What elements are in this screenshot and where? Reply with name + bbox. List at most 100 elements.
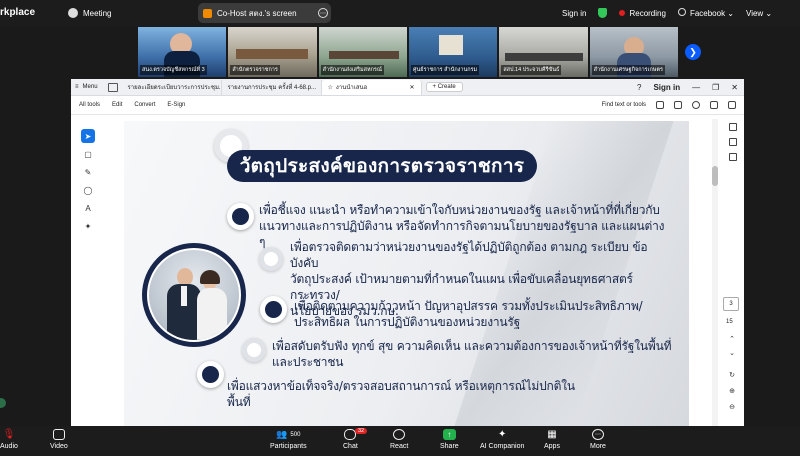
paw-icon (68, 8, 78, 18)
chat-unread-badge: 32 (355, 428, 368, 434)
tab-document-1[interactable]: รายละเอียดระเบียบวาระการประชุม... (122, 79, 222, 95)
shield-icon[interactable] (598, 8, 608, 18)
video-button[interactable]: Video (50, 429, 68, 450)
more-label: More (590, 443, 606, 450)
zoom-out-icon[interactable]: ⊖ (727, 403, 737, 411)
audio-button[interactable]: 🎙 Audio (0, 429, 18, 450)
menu-button[interactable]: ≡ Menu (71, 84, 104, 90)
participants-icon-row: 👥 500 (276, 429, 300, 440)
mail-icon[interactable] (728, 101, 736, 109)
share-button[interactable]: ↑ Share (440, 429, 459, 450)
mic-muted-icon: 🎙 (2, 429, 16, 440)
help-icon[interactable]: ? (637, 83, 641, 92)
audio-label: Audio (0, 443, 18, 450)
more-dots-icon: ⋯ (591, 429, 604, 440)
page-up-icon[interactable]: ⌃ (727, 335, 737, 343)
objective-line: เพื่อสดับตรับฟัง ทุกข์ สุข ความคิดเห็น แ… (272, 339, 672, 353)
comment-icon[interactable]: ▢ (81, 147, 95, 161)
objective-line: ประสิทธิผล ในการปฏิบัติงานของหน่วยงานรัฐ (294, 315, 521, 329)
edit-button[interactable]: Edit (112, 102, 122, 108)
bookmark-icon[interactable] (729, 138, 737, 146)
objective-item: เพื่อสดับตรับฟัง ทุกข์ สุข ความคิดเห็น แ… (272, 338, 682, 370)
slide-title: วัตถุประสงค์ของการตรวจราชการ (227, 150, 537, 182)
esign-button[interactable]: E-Sign (167, 102, 185, 108)
print-icon[interactable] (674, 101, 682, 109)
presentation-slide: วัตถุประสงค์ของการตรวจราชการ เพื่อชี้แจง… (124, 121, 689, 426)
facebook-icon (677, 8, 686, 16)
react-button[interactable]: React (390, 429, 408, 450)
apps-button[interactable]: ▦ Apps (544, 429, 560, 450)
comments-panel-icon[interactable] (729, 123, 737, 131)
create-button[interactable]: + Create (425, 82, 463, 92)
participant-tile[interactable]: สสป.14 ประจวบคีรีขันธ์ (499, 27, 588, 77)
hamburger-icon: ≡ (75, 84, 79, 90)
menu-label: Menu (82, 84, 98, 90)
objective-line: และประชาชน (272, 355, 344, 369)
rotate-icon[interactable]: ↻ (727, 371, 737, 379)
bullet-dark (227, 203, 254, 230)
pen-icon[interactable]: ✎ (81, 165, 95, 179)
find-tools-button[interactable]: Find text or tools (602, 102, 646, 108)
participants-button[interactable]: 👥 500 Participants (270, 429, 307, 450)
vertical-scrollbar[interactable] (712, 119, 718, 426)
participant-tile[interactable]: ศูนย์ราชการ สำนักงานกรม (408, 27, 498, 77)
tab-document-3[interactable]: ☆ งานนำเสนอ ✕ (321, 79, 422, 95)
pdf-viewer: ≡ Menu รายละเอียดระเบียบวาระการประชุม...… (71, 79, 744, 426)
objective-item: เพื่อแสวงหาข้อเท็จจริง/ตรวจสอบสถานการณ์ … (227, 378, 627, 410)
video-camera-icon (52, 429, 65, 440)
participant-tile[interactable]: สำนักตรวจราชการ (228, 27, 317, 77)
close-tab-icon[interactable]: ✕ (410, 84, 415, 91)
screen-share-icon (203, 8, 212, 18)
participant-strip: สนง.ตรวจบัญชีสหกรณ์ที่ 3 สำนักตรวจราชการ… (138, 27, 678, 77)
participant-tile[interactable]: สำนักงานส่งเสริมสหกรณ์ (318, 27, 407, 77)
sign-in-link[interactable]: Sign in (562, 9, 586, 18)
select-cursor-icon[interactable]: ➤ (81, 129, 95, 143)
more-button[interactable]: ⋯ More (590, 429, 606, 450)
all-tools-button[interactable]: All tools (79, 102, 100, 108)
page-number-input[interactable]: 3 (723, 297, 739, 311)
ai-companion-label: AI Companion (480, 443, 525, 450)
minimize-icon[interactable]: — (692, 83, 700, 92)
close-window-icon[interactable]: ✕ (731, 83, 738, 92)
participant-name: สำนักงานเศรษฐกิจการเกษตร (591, 65, 665, 75)
cohost-screen-pill[interactable]: Co-Host สตง.'s screen ⋯ (198, 3, 331, 23)
meeting-label: Meeting (83, 8, 112, 18)
tab-label: งานนำเสนอ (335, 85, 368, 91)
star-icon: ☆ (327, 84, 333, 91)
page-down-icon[interactable]: ⌄ (727, 349, 737, 357)
pages-icon[interactable] (729, 153, 737, 161)
tab-label: รายงานการประชุม ครั้งที่ 4-68.p... (227, 85, 317, 91)
recording-indicator[interactable]: Recording (619, 9, 666, 18)
participant-tile[interactable]: สำนักงานเศรษฐกิจการเกษตร (589, 27, 678, 77)
more-options-icon[interactable]: ⋯ (318, 8, 328, 18)
participant-name: ศูนย์ราชการ สำนักงานกรม (410, 65, 480, 75)
scroll-thumb[interactable] (712, 166, 718, 186)
save-icon[interactable] (656, 101, 664, 109)
stamp-icon[interactable]: ✦ (81, 219, 95, 233)
link-icon[interactable] (710, 101, 718, 109)
tab-document-2[interactable]: รายงานการประชุม ครั้งที่ 4-68.p... (222, 79, 322, 95)
facebook-label: Facebook ⌄ (689, 9, 734, 18)
participant-tile[interactable]: สนง.ตรวจบัญชีสหกรณ์ที่ 3 (138, 27, 227, 77)
lasso-icon[interactable]: ◯ (81, 183, 95, 197)
participants-icon: 👥 (276, 429, 288, 439)
pdf-sign-in-button[interactable]: Sign in (653, 83, 680, 92)
right-tool-rail (725, 123, 741, 161)
meeting-menu[interactable]: Meeting (68, 8, 111, 18)
ai-companion-button[interactable]: ✦ AI Companion (480, 429, 524, 450)
ai-assistant-icon[interactable] (692, 101, 700, 109)
bullet-dark (197, 361, 224, 388)
restore-icon[interactable]: ❐ (712, 83, 719, 92)
meeting-topbar: rkplace Meeting Co-Host สตง.'s screen ⋯ … (0, 0, 800, 26)
zoom-in-icon[interactable]: ⊕ (727, 387, 737, 395)
facebook-live[interactable]: Facebook ⌄ (677, 8, 734, 18)
text-box-icon[interactable]: A (81, 201, 95, 215)
next-participants-button[interactable]: ❯ (685, 44, 701, 60)
participant-name: สำนักงานส่งเสริมสหกรณ์ (320, 65, 384, 75)
home-icon[interactable] (107, 82, 118, 92)
convert-button[interactable]: Convert (134, 102, 155, 108)
view-menu[interactable]: View ⌄ (746, 9, 772, 18)
pdf-tabbar: ≡ Menu รายละเอียดระเบียบวาระการประชุม...… (71, 79, 744, 96)
sparkle-icon: ✦ (497, 429, 507, 440)
side-indicator-icon[interactable] (0, 398, 6, 408)
